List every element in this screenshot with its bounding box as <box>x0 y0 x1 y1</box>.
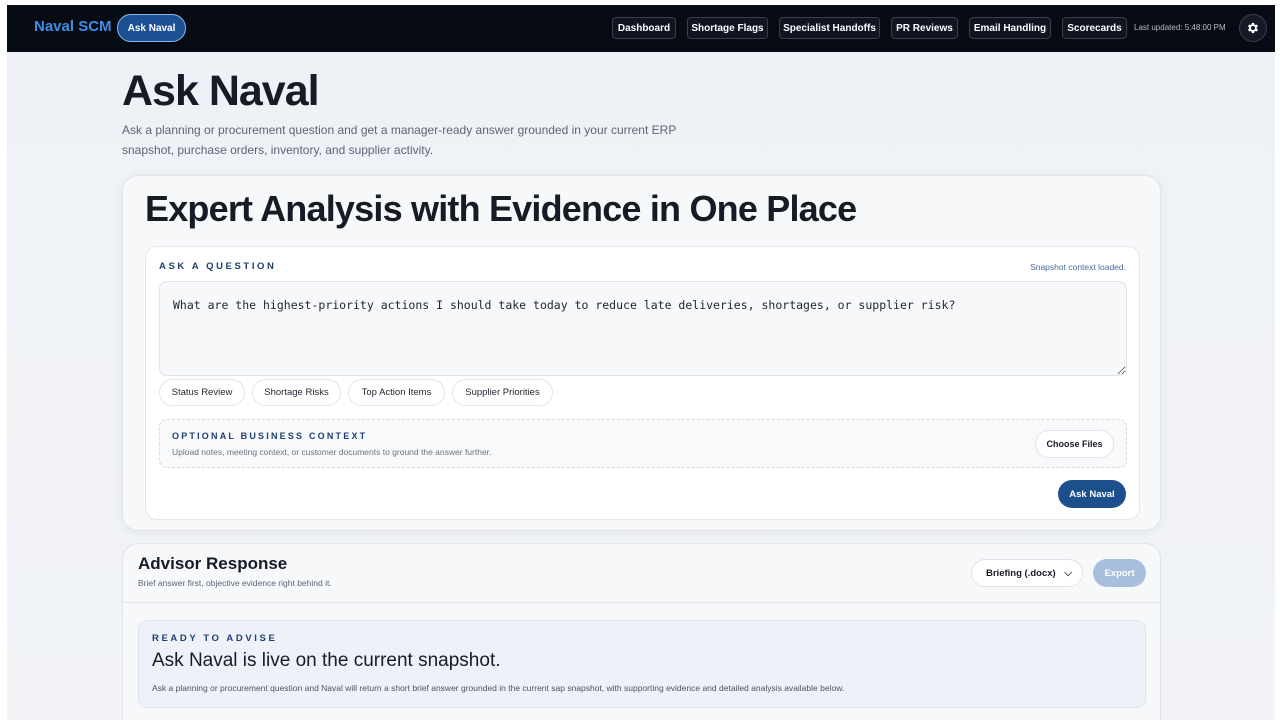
advisor-title: Advisor Response <box>138 554 288 573</box>
chip-shortage-risks[interactable]: Shortage Risks <box>252 379 341 406</box>
nav-shortage-flags[interactable]: Shortage Flags <box>687 17 768 39</box>
export-button[interactable]: Export <box>1093 559 1146 587</box>
ask-panel: ASK A QUESTION Snapshot context loaded. … <box>145 246 1140 520</box>
ready-label: READY TO ADVISE <box>152 633 278 644</box>
divider <box>123 602 1160 603</box>
ready-description: Ask a planning or procurement question a… <box>152 683 845 693</box>
upload-dropzone[interactable]: OPTIONAL BUSINESS CONTEXT Upload notes, … <box>159 419 1127 468</box>
chip-top-action-items[interactable]: Top Action Items <box>348 379 445 406</box>
ask-card: Expert Analysis with Evidence in One Pla… <box>122 175 1161 531</box>
nav-email-handling[interactable]: Email Handling <box>969 17 1051 39</box>
ask-naval-submit-button[interactable]: Ask Naval <box>1058 480 1126 508</box>
nav-specialist-handoffs[interactable]: Specialist Handoffs <box>779 17 880 39</box>
top-nav: Naval SCM Ask Naval Dashboard Shortage F… <box>7 5 1275 52</box>
nav-ask-naval-pill[interactable]: Ask Naval <box>117 14 186 42</box>
nav-dashboard[interactable]: Dashboard <box>612 17 676 39</box>
settings-button[interactable] <box>1239 14 1267 42</box>
page-title: Ask Naval <box>122 67 320 115</box>
chevron-down-icon: ⌵ <box>1064 568 1072 579</box>
chip-supplier-priorities[interactable]: Supplier Priorities <box>452 379 553 406</box>
context-title: OPTIONAL BUSINESS CONTEXT <box>172 431 368 441</box>
context-description: Upload notes, meeting context, or custom… <box>172 447 492 457</box>
chip-status-review[interactable]: Status Review <box>159 379 245 406</box>
ready-headline: Ask Naval is live on the current snapsho… <box>152 650 501 671</box>
page-subtitle: Ask a planning or procurement question a… <box>122 123 677 157</box>
format-selected-value: Briefing (.docx) <box>986 567 1056 579</box>
format-select[interactable]: Briefing (.docx) ⌵ <box>971 559 1083 587</box>
nav-pr-reviews[interactable]: PR Reviews <box>891 17 958 39</box>
hero-heading: Expert Analysis with Evidence in One Pla… <box>145 188 857 229</box>
choose-files-button[interactable]: Choose Files <box>1035 430 1114 458</box>
advisor-subtitle: Brief answer first, objective evidence r… <box>138 578 332 588</box>
question-input[interactable]: What are the highest-priority actions I … <box>159 281 1127 376</box>
nav-scorecards[interactable]: Scorecards <box>1062 17 1127 39</box>
gear-icon <box>1247 22 1259 34</box>
snapshot-status: Snapshot context loaded. <box>1030 262 1126 272</box>
app-frame: Naval SCM Ask Naval Dashboard Shortage F… <box>7 5 1275 720</box>
brand-logo[interactable]: Naval SCM <box>34 18 112 35</box>
ask-question-label: ASK A QUESTION <box>159 261 277 272</box>
last-updated-timestamp: Last updated: 5:48:00 PM <box>1134 23 1226 32</box>
advisor-card: Advisor Response Brief answer first, obj… <box>122 543 1161 720</box>
ready-panel: READY TO ADVISE Ask Naval is live on the… <box>138 620 1146 708</box>
